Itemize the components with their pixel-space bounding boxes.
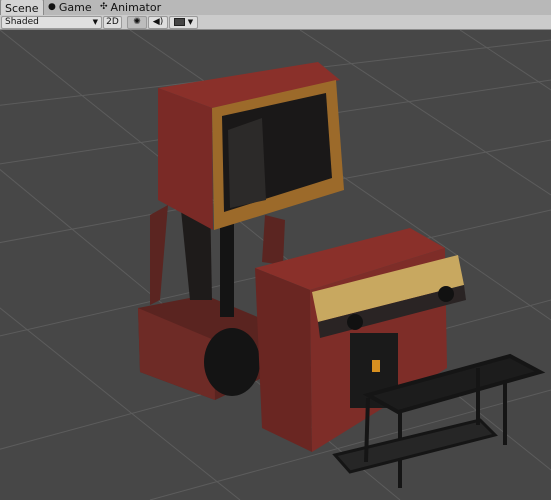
audio-toggle-button[interactable]: ◀)	[148, 16, 168, 29]
scene-render	[0, 30, 551, 500]
control-arcade-cabinet	[255, 228, 466, 452]
chevron-down-icon: ▼	[187, 18, 194, 26]
shading-mode-value: Shaded	[5, 17, 39, 27]
lighting-toggle-button[interactable]: ✺	[127, 16, 147, 29]
toggle-2d-label: 2D	[106, 17, 119, 27]
animator-icon: ✣	[100, 2, 108, 12]
tab-scene[interactable]: Scene	[0, 0, 44, 16]
effects-toggle-button[interactable]: ▼	[169, 16, 198, 29]
shading-mode-dropdown[interactable]: Shaded ▼	[1, 16, 102, 29]
tab-animator[interactable]: ✣ Animator	[96, 0, 165, 15]
chevron-down-icon: ▼	[92, 18, 98, 26]
sun-icon: ✺	[133, 17, 141, 27]
scene-toolbar: Shaded ▼ 2D ✺ ◀) ▼	[0, 15, 551, 30]
tab-scene-label: Scene	[5, 1, 39, 15]
scene-view-viewport[interactable]	[0, 30, 551, 500]
tab-game-label: Game	[58, 1, 92, 14]
tab-game[interactable]: ● Game	[44, 0, 96, 15]
editor-tab-bar: Scene ● Game ✣ Animator	[0, 0, 551, 16]
image-icon	[173, 17, 185, 26]
toggle-2d-button[interactable]: 2D	[103, 16, 122, 29]
speaker-icon: ◀)	[152, 17, 164, 27]
tab-animator-label: Animator	[110, 1, 162, 14]
game-controller-icon: ●	[48, 2, 56, 12]
